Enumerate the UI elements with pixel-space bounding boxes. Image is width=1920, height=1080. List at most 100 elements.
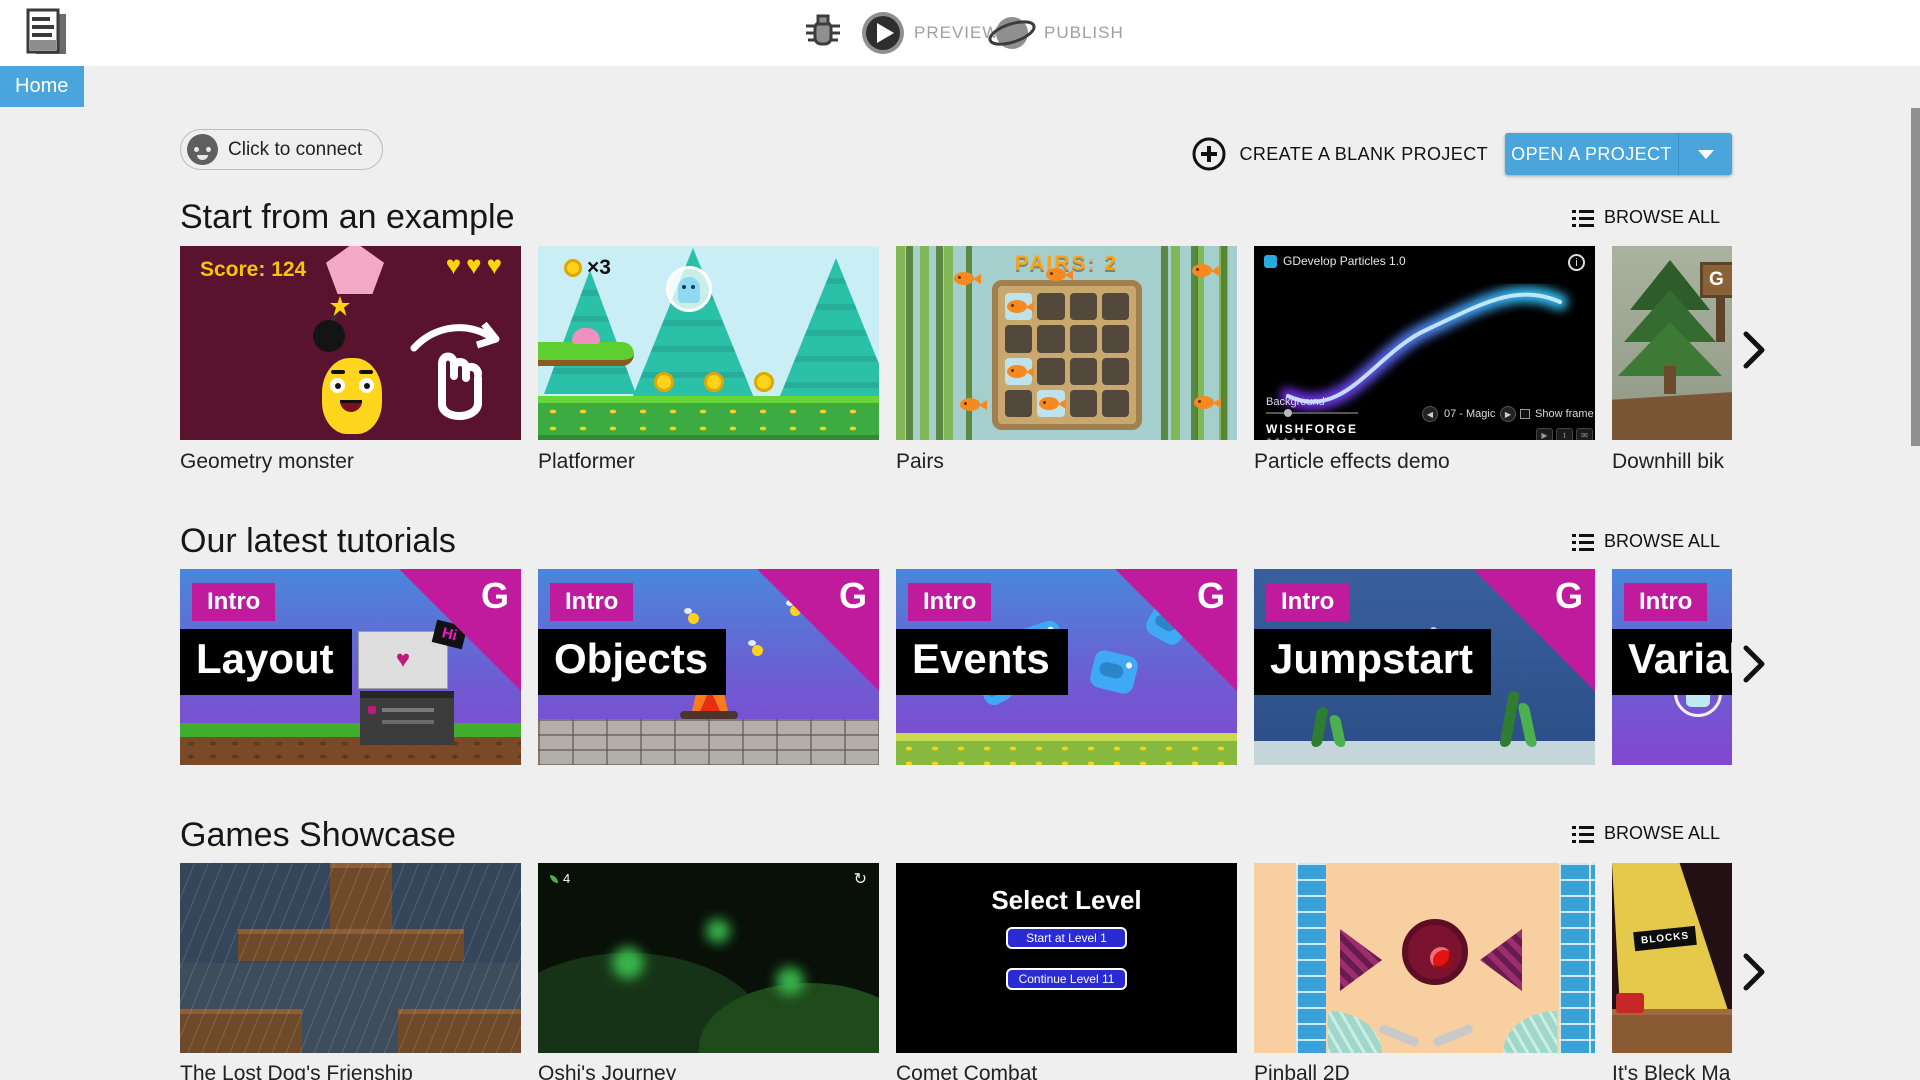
- intro-badge: Intro: [192, 583, 276, 621]
- tutorial-card-jumpstart[interactable]: G Intro Jumpstart: [1254, 569, 1595, 765]
- create-blank-project-button[interactable]: CREATE A BLANK PROJECT: [1191, 133, 1488, 175]
- tutorial-title: Jumpstart: [1254, 629, 1492, 695]
- example-card-downhill-bike[interactable]: G: [1612, 246, 1732, 440]
- tutorial-title: Variab: [1612, 629, 1732, 695]
- coin-count-text: ×3: [587, 256, 611, 279]
- coin-icon: [564, 259, 582, 277]
- showcase-card-comet-combat[interactable]: Select Level Start at Level 1 Continue L…: [896, 863, 1237, 1053]
- preset-prev-button[interactable]: ◀: [1422, 406, 1438, 422]
- twitter-icon: t: [1556, 428, 1573, 440]
- card-title[interactable]: Oshi's Journey: [538, 1062, 676, 1080]
- browse-all-examples[interactable]: BROWSE ALL: [1571, 207, 1720, 228]
- card-title[interactable]: Platformer: [538, 450, 635, 474]
- glow-orb: [612, 947, 644, 979]
- card-cell: [1069, 389, 1097, 417]
- card-title[interactable]: The Lost Dog's Frienship: [180, 1062, 413, 1080]
- bomb-icon: [313, 320, 345, 352]
- planet-icon: [988, 17, 1036, 49]
- showcase-card-lost-dog[interactable]: [180, 863, 521, 1053]
- debug-button[interactable]: [802, 0, 844, 66]
- tutorial-title: Objects: [538, 629, 727, 695]
- tutorial-card-layout[interactable]: ♥ Hi G Intro Layout: [180, 569, 521, 765]
- card-cell: [1101, 389, 1129, 417]
- hearts-lives: ♥♥♥: [445, 250, 507, 280]
- project-manager-icon[interactable]: [24, 8, 70, 58]
- collectible-counter: 4: [550, 871, 570, 886]
- section-title-tutorials: Our latest tutorials: [180, 522, 456, 560]
- red-prop: [1616, 993, 1644, 1013]
- background-label: Background: [1266, 396, 1325, 408]
- preview-button[interactable]: PREVIEW: [860, 0, 999, 66]
- browse-all-tutorials[interactable]: BROWSE ALL: [1571, 531, 1720, 552]
- coin-icon: [654, 372, 674, 392]
- slime-character: [572, 328, 600, 344]
- example-card-particle-effects[interactable]: GDevelop Particles 1.0 i Background WISH…: [1254, 246, 1595, 440]
- seaweed: [1499, 691, 1520, 747]
- card-title[interactable]: Particle effects demo: [1254, 450, 1450, 474]
- browse-all-label: BROWSE ALL: [1603, 207, 1720, 227]
- bug-icon: [806, 14, 840, 46]
- restart-icon: ↻: [853, 871, 867, 888]
- example-card-geometry-monster[interactable]: Score: 124 ♥♥♥: [180, 246, 521, 440]
- ground: [180, 723, 521, 765]
- pentagon-shape: [326, 246, 384, 294]
- showcase-card-bleck[interactable]: BLOCKS: [1612, 863, 1732, 1053]
- start-level-button[interactable]: Start at Level 1: [1006, 927, 1127, 949]
- card-title[interactable]: It's Bleck Ma: [1612, 1062, 1732, 1080]
- tutorial-card-variables[interactable]: +1 Intro Variab: [1612, 569, 1732, 765]
- chevron-down-icon: [1697, 149, 1714, 159]
- tree-trunk: [1664, 366, 1676, 394]
- showcase-card-oshi[interactable]: 4 ↻: [538, 863, 879, 1053]
- pairs-board: [992, 280, 1142, 430]
- scrollbar-thumb[interactable]: [1911, 108, 1920, 446]
- showcase-card-pinball[interactable]: [1254, 863, 1595, 1053]
- showcase-card-row: 4 ↻ Select Level Start at Level 1 Contin…: [180, 863, 1732, 1053]
- intro-badge: Intro: [1624, 583, 1708, 621]
- platform-ledge: [538, 342, 634, 366]
- tutorial-card-events[interactable]: G Intro Events: [896, 569, 1237, 765]
- section-title-showcase: Games Showcase: [180, 816, 456, 854]
- card-title[interactable]: Comet Combat: [896, 1062, 1037, 1080]
- scroll-right-showcase[interactable]: [1742, 952, 1768, 992]
- glow-orb: [706, 919, 730, 943]
- tutorial-card-objects[interactable]: G Intro Objects: [538, 569, 879, 765]
- background-slider[interactable]: [1266, 409, 1358, 417]
- center-ring: [1402, 919, 1468, 985]
- scroll-right-examples[interactable]: [1742, 330, 1768, 370]
- card-title[interactable]: Pairs: [896, 450, 944, 474]
- list-icon: [1571, 825, 1594, 843]
- card-cell: [1069, 293, 1097, 321]
- card-title[interactable]: Downhill bik: [1612, 450, 1732, 474]
- tutorials-card-row: ♥ Hi G Intro Layout G Intro Objects G In…: [180, 569, 1732, 765]
- example-card-pairs[interactable]: PAIRS: 2: [896, 246, 1237, 440]
- tree-shape: [780, 258, 879, 396]
- card-cell-open: [1037, 389, 1067, 417]
- top-toolbar: PREVIEW PUBLISH: [0, 0, 1920, 66]
- tab-home[interactable]: Home: [0, 66, 84, 107]
- intro-badge: Intro: [1266, 583, 1350, 621]
- browse-all-showcase[interactable]: BROWSE ALL: [1571, 823, 1720, 844]
- brick-column: [1296, 863, 1326, 1053]
- intro-badge: Intro: [550, 583, 634, 621]
- ghost-character: [678, 277, 700, 303]
- publish-label: PUBLISH: [1044, 23, 1124, 42]
- open-project-dropdown[interactable]: [1678, 133, 1732, 175]
- publish-button[interactable]: PUBLISH: [988, 0, 1124, 66]
- flipper-left: [1377, 1023, 1421, 1048]
- continue-level-button[interactable]: Continue Level 11: [1006, 968, 1127, 990]
- browse-all-label: BROWSE ALL: [1603, 531, 1720, 551]
- leaf-icon: [550, 874, 558, 883]
- card-title[interactable]: Geometry monster: [180, 450, 354, 474]
- card-title[interactable]: Pinball 2D: [1254, 1062, 1350, 1080]
- show-frame-checkbox[interactable]: [1520, 409, 1530, 419]
- connect-button[interactable]: Click to connect: [180, 129, 384, 170]
- coin-icon: [754, 372, 774, 392]
- preset-next-button[interactable]: ▶: [1500, 406, 1516, 422]
- discord-icon: ✉: [1576, 428, 1593, 440]
- score-text: Score: 124: [200, 258, 307, 281]
- scroll-right-tutorials[interactable]: [1742, 644, 1768, 684]
- example-card-platformer[interactable]: ×3: [538, 246, 879, 440]
- card-cell-open: [1005, 293, 1034, 321]
- open-project-button[interactable]: OPEN A PROJECT: [1505, 133, 1732, 175]
- plus-circle-icon: [1192, 137, 1226, 171]
